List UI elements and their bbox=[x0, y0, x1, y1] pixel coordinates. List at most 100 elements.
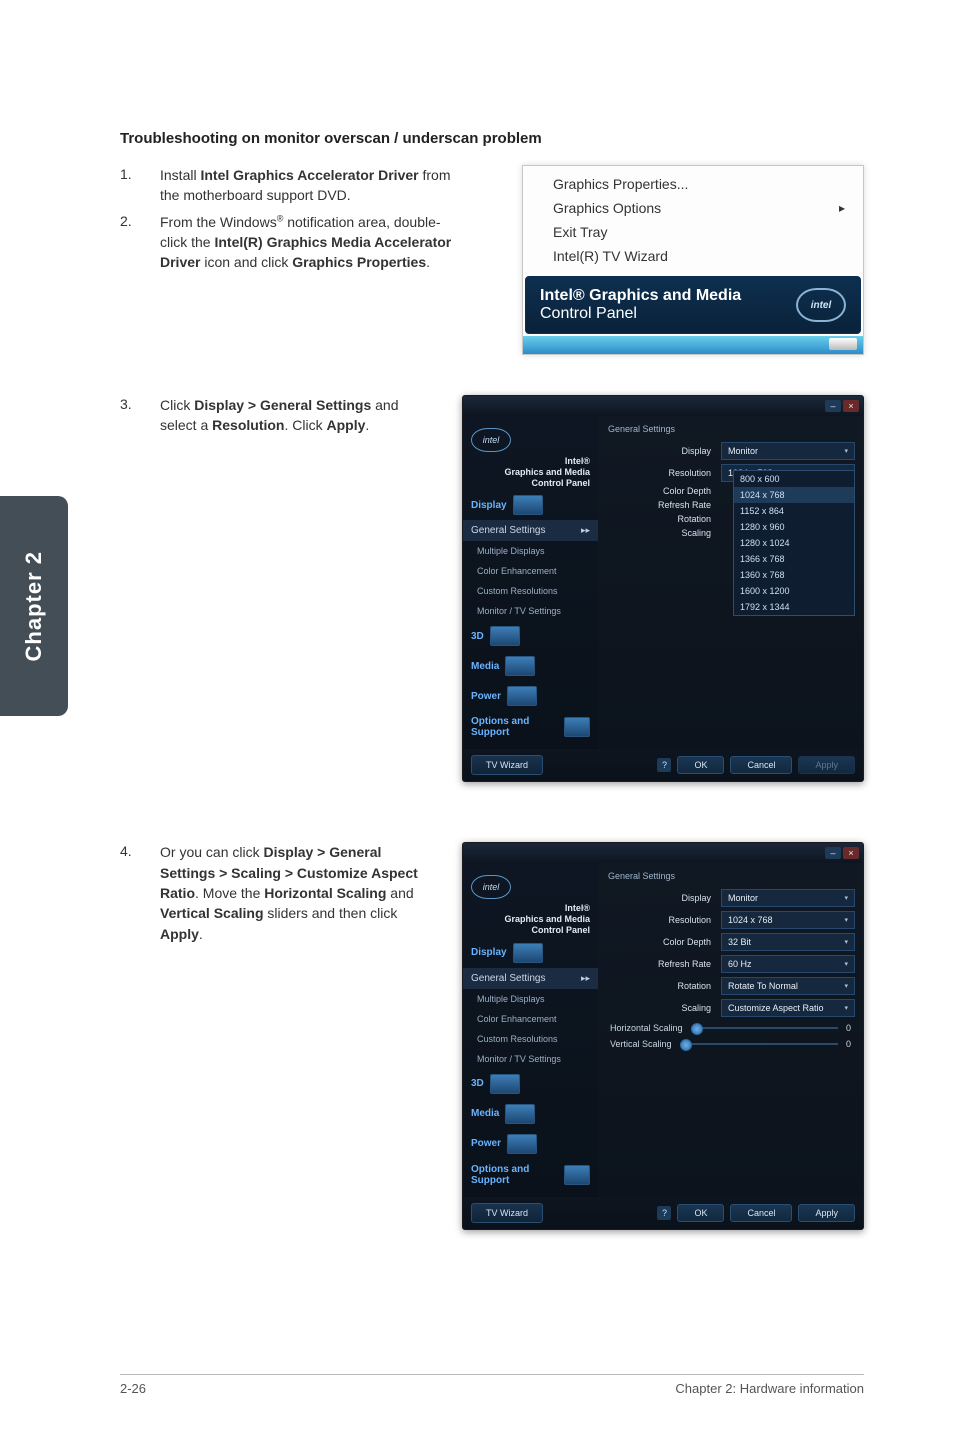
tv-wizard-button[interactable]: TV Wizard bbox=[471, 1203, 543, 1223]
step-2-number: 2. bbox=[120, 212, 138, 273]
horizontal-scaling-slider[interactable]: Horizontal Scaling 0 bbox=[610, 1023, 851, 1033]
display-dropdown[interactable]: Monitor▾ bbox=[721, 442, 855, 460]
label: Display bbox=[471, 500, 507, 511]
label-color-depth: Color Depth bbox=[606, 937, 721, 947]
step-3-number: 3. bbox=[120, 395, 138, 412]
refresh-dropdown[interactable]: 60 Hz▾ bbox=[721, 955, 855, 973]
sidebar-item-color-enhancement[interactable]: Color Enhancement bbox=[463, 561, 598, 581]
menu-item-tv-wizard[interactable]: Intel(R) TV Wizard bbox=[523, 244, 863, 268]
page-footer: 2-26 Chapter 2: Hardware information bbox=[120, 1374, 864, 1396]
res-option[interactable]: 1360 x 768 bbox=[734, 567, 854, 583]
sidebar-item-monitor-tv-settings[interactable]: Monitor / TV Settings bbox=[463, 601, 598, 621]
text: Install bbox=[160, 167, 200, 183]
cancel-button[interactable]: Cancel bbox=[730, 1204, 792, 1222]
minimize-button[interactable]: – bbox=[825, 400, 841, 412]
menu-item-exit-tray[interactable]: Exit Tray bbox=[523, 220, 863, 244]
intel-logo-icon: intel bbox=[471, 428, 511, 452]
close-button[interactable]: × bbox=[843, 847, 859, 859]
label: 3D bbox=[471, 631, 484, 642]
sidebar-item-media[interactable]: Media bbox=[463, 651, 598, 681]
colordepth-dropdown[interactable]: 32 Bit▾ bbox=[721, 933, 855, 951]
sidebar-item-media[interactable]: Media bbox=[463, 1099, 598, 1129]
sidebar-item-display[interactable]: Display bbox=[463, 490, 598, 520]
value: Customize Aspect Ratio bbox=[728, 1003, 824, 1013]
intel-logo-icon: intel bbox=[471, 875, 511, 899]
sidebar-item-power[interactable]: Power bbox=[463, 1129, 598, 1159]
thumb-icon bbox=[490, 1074, 520, 1094]
value: Monitor bbox=[728, 893, 758, 903]
main-title: General Settings bbox=[608, 424, 855, 434]
scaling-dropdown[interactable]: Customize Aspect Ratio▾ bbox=[721, 999, 855, 1017]
sidebar-item-general-settings[interactable]: General Settings▸▸ bbox=[463, 968, 598, 989]
apply-button[interactable]: Apply bbox=[798, 756, 855, 774]
thumb-icon bbox=[507, 1134, 537, 1154]
bold: Vertical Scaling bbox=[160, 905, 264, 921]
label: Media bbox=[471, 661, 499, 672]
display-dropdown[interactable]: Monitor▾ bbox=[721, 889, 855, 907]
ok-button[interactable]: OK bbox=[677, 1204, 724, 1222]
label-rotation: Rotation bbox=[606, 981, 721, 991]
resolution-dropdown[interactable]: 1024 x 768▾ bbox=[721, 911, 855, 929]
sidebar-item-3d[interactable]: 3D bbox=[463, 1069, 598, 1099]
menu-item-graphics-properties[interactable]: Graphics Properties... bbox=[523, 172, 863, 196]
vertical-scaling-slider[interactable]: Vertical Scaling 0 bbox=[610, 1039, 851, 1049]
res-option[interactable]: 1366 x 768 bbox=[734, 551, 854, 567]
ok-button[interactable]: OK bbox=[677, 756, 724, 774]
sidebar-item-multiple-displays[interactable]: Multiple Displays bbox=[463, 989, 598, 1009]
step-2-text: From the Windows® notification area, dou… bbox=[138, 212, 460, 273]
sidebar-item-options-support[interactable]: Options and Support bbox=[463, 1159, 598, 1191]
page-number: 2-26 bbox=[120, 1381, 146, 1396]
sidebar-item-3d[interactable]: 3D bbox=[463, 621, 598, 651]
close-button[interactable]: × bbox=[843, 400, 859, 412]
chevron-right-icon: ▸▸ bbox=[581, 525, 590, 536]
help-button[interactable]: ? bbox=[657, 1206, 671, 1220]
brand-line: Graphics and Media bbox=[504, 467, 590, 477]
sidebar-item-color-enhancement[interactable]: Color Enhancement bbox=[463, 1009, 598, 1029]
label: Options and Support bbox=[471, 716, 558, 738]
text: . bbox=[426, 254, 430, 270]
sidebar-item-display[interactable]: Display bbox=[463, 938, 598, 968]
minimize-button[interactable]: – bbox=[825, 847, 841, 859]
sidebar-item-custom-resolutions[interactable]: Custom Resolutions bbox=[463, 581, 598, 601]
res-option[interactable]: 1152 x 864 bbox=[734, 503, 854, 519]
sidebar-item-multiple-displays[interactable]: Multiple Displays bbox=[463, 541, 598, 561]
sidebar-item-custom-resolutions[interactable]: Custom Resolutions bbox=[463, 1029, 598, 1049]
tv-wizard-button[interactable]: TV Wizard bbox=[471, 755, 543, 775]
sidebar-item-power[interactable]: Power bbox=[463, 681, 598, 711]
balloon-subtitle: Control Panel bbox=[540, 305, 637, 322]
cancel-button[interactable]: Cancel bbox=[730, 756, 792, 774]
step-3: 3. Click Display > General Settings and … bbox=[120, 395, 864, 782]
brand-line: Control Panel bbox=[531, 478, 590, 488]
res-option[interactable]: 1600 x 1200 bbox=[734, 583, 854, 599]
intel-logo-icon: intel bbox=[796, 288, 846, 322]
help-button[interactable]: ? bbox=[657, 758, 671, 772]
step-4-number: 4. bbox=[120, 842, 138, 859]
cp-sidebar: intel Intel® Graphics and Media Control … bbox=[463, 863, 598, 1196]
apply-button[interactable]: Apply bbox=[798, 1204, 855, 1222]
label: General Settings bbox=[471, 525, 546, 536]
menu-item-graphics-options[interactable]: Graphics Options▸ bbox=[523, 196, 863, 220]
brand-line: Intel® bbox=[565, 456, 590, 466]
res-option[interactable]: 1280 x 960 bbox=[734, 519, 854, 535]
sidebar-item-general-settings[interactable]: General Settings ▸▸ bbox=[463, 520, 598, 541]
slider-track[interactable] bbox=[680, 1043, 838, 1045]
bold: Intel Graphics Accelerator Driver bbox=[200, 167, 418, 183]
section-title: Troubleshooting on monitor overscan / un… bbox=[120, 130, 864, 147]
rotation-dropdown[interactable]: Rotate To Normal▾ bbox=[721, 977, 855, 995]
slider-track[interactable] bbox=[691, 1027, 838, 1029]
window-titlebar: – × bbox=[463, 843, 863, 863]
res-option[interactable]: 1280 x 1024 bbox=[734, 535, 854, 551]
res-option[interactable]: 800 x 600 bbox=[734, 471, 854, 487]
sidebar-item-monitor-tv-settings[interactable]: Monitor / TV Settings bbox=[463, 1049, 598, 1069]
bold: Horizontal Scaling bbox=[264, 885, 386, 901]
res-option[interactable]: 1792 x 1344 bbox=[734, 599, 854, 615]
value: Rotate To Normal bbox=[728, 981, 798, 991]
sidebar-item-options-support[interactable]: Options and Support bbox=[463, 711, 598, 743]
cp-bottom-bar: TV Wizard ? OK Cancel Apply bbox=[463, 749, 863, 781]
res-option[interactable]: 1024 x 768 bbox=[734, 487, 854, 503]
text: From the Windows bbox=[160, 214, 277, 230]
value: Monitor bbox=[728, 446, 758, 456]
label-refresh-rate: Refresh Rate bbox=[606, 500, 721, 510]
bold: Apply bbox=[326, 417, 365, 433]
value: 1024 x 768 bbox=[728, 915, 773, 925]
